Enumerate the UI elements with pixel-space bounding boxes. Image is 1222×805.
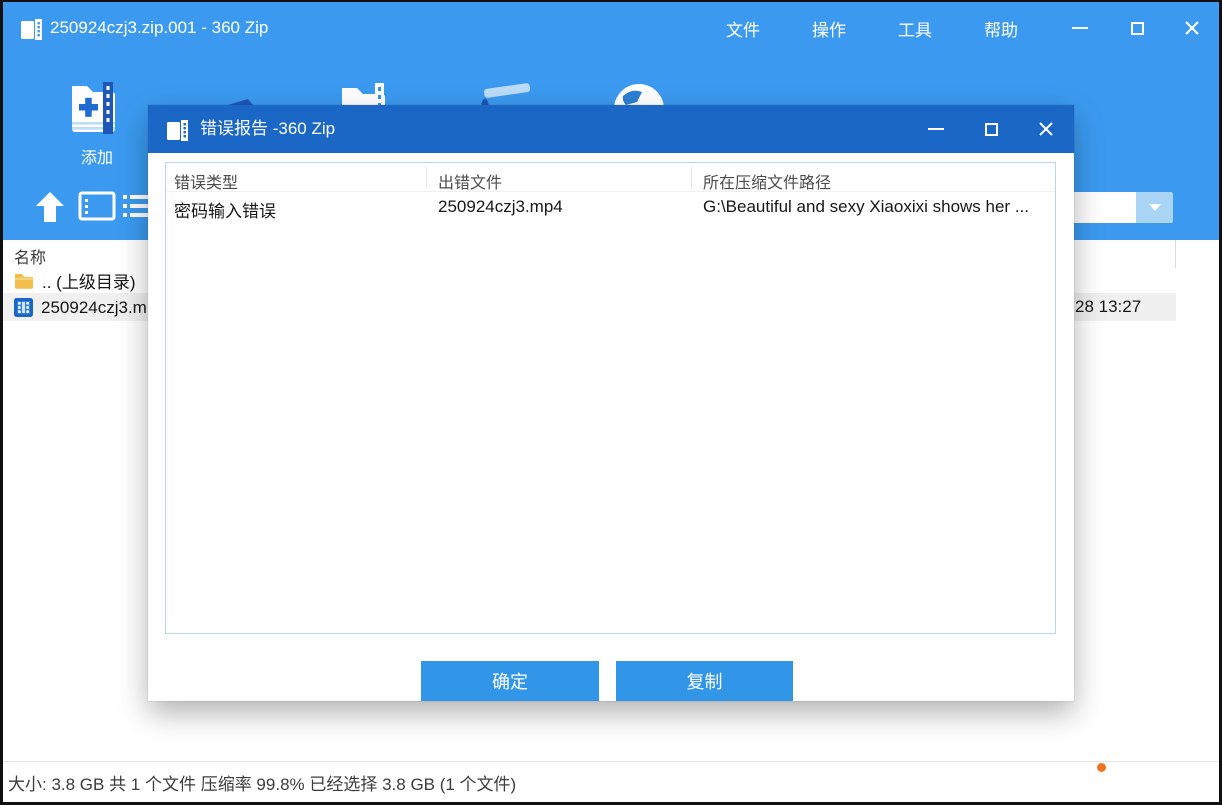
maximize-icon [1131, 22, 1144, 35]
dialog-minimize-button[interactable] [921, 116, 951, 142]
dialog-archive-icon [164, 116, 192, 144]
notification-dot [1097, 763, 1106, 772]
list-item-archive-file[interactable]: 250924czj3.mp4 [3, 294, 166, 321]
list-item-label: .. (上级目录) [42, 268, 136, 293]
header-underline [166, 191, 1055, 192]
toolbar-add-label: 添加 [81, 144, 113, 168]
minimize-button[interactable] [1063, 13, 1097, 43]
menu-tools[interactable]: 工具 [894, 14, 936, 43]
column-separator [1175, 240, 1176, 268]
chevron-down-icon [1149, 204, 1161, 211]
error-column-path[interactable]: 所在压缩文件路径 [703, 169, 831, 193]
header-separator [426, 167, 427, 189]
statusbar-divider [3, 761, 1219, 762]
media-archive-icon [14, 298, 33, 317]
close-icon [1184, 20, 1200, 36]
dialog-close-button[interactable] [1031, 116, 1061, 142]
app-archive-icon [18, 15, 46, 43]
up-arrow-icon [34, 190, 66, 224]
up-directory-button[interactable] [34, 190, 66, 224]
error-row-type[interactable]: 密码输入错误 [174, 197, 276, 222]
toolbar-add-button[interactable]: 添加 [66, 72, 128, 168]
list-view-button[interactable] [122, 192, 150, 222]
copy-button[interactable]: 复制 [616, 661, 793, 701]
monitor-icon [78, 190, 116, 222]
close-icon [1038, 121, 1054, 137]
file-date-modified: 28 13:27 [1075, 293, 1141, 321]
window-title: 250924czj3.zip.001 - 360 Zip [50, 0, 268, 56]
screen: 250924czj3.zip.001 - 360 Zip 文件 操作 工具 帮助… [0, 0, 1222, 805]
error-row-path[interactable]: G:\Beautiful and sexy Xiaoxixi shows her… [703, 197, 1029, 217]
dialog-titlebar[interactable]: 错误报告 -360 Zip [148, 105, 1074, 153]
error-column-type[interactable]: 错误类型 [174, 169, 238, 193]
add-archive-icon [66, 72, 128, 138]
error-list: 错误类型 出错文件 所在压缩文件路径 密码输入错误 250924czj3.mp4… [165, 162, 1056, 634]
menu-operation[interactable]: 操作 [808, 14, 850, 43]
list-icon [122, 192, 150, 222]
header-separator [691, 167, 692, 189]
minimize-icon [1072, 27, 1088, 29]
dialog-maximize-button[interactable] [976, 116, 1006, 142]
ok-button[interactable]: 确定 [421, 661, 599, 701]
error-column-file[interactable]: 出错文件 [438, 169, 502, 193]
folder-icon [14, 272, 34, 289]
menu-file[interactable]: 文件 [722, 14, 764, 43]
maximize-icon [985, 123, 998, 136]
menu-help[interactable]: 帮助 [980, 14, 1022, 43]
error-report-dialog: 错误报告 -360 Zip 错误类型 出错文件 所在压缩文件路径 密码输入错误 … [148, 105, 1074, 701]
statusbar-text: 大小: 3.8 GB 共 1 个文件 压缩率 99.8% 已经选择 3.8 GB… [8, 770, 516, 795]
address-dropdown-button[interactable] [1136, 192, 1173, 223]
menubar: 文件 操作 工具 帮助 [722, 0, 1022, 56]
view-mode-button[interactable] [78, 190, 116, 222]
column-header-name[interactable]: 名称 [14, 244, 46, 268]
list-item-parent-directory[interactable]: .. (上级目录) [3, 267, 136, 294]
minimize-icon [928, 128, 944, 130]
error-row-file[interactable]: 250924czj3.mp4 [438, 197, 563, 217]
close-button[interactable] [1175, 13, 1209, 43]
maximize-button[interactable] [1120, 13, 1154, 43]
dialog-title: 错误报告 -360 Zip [200, 105, 335, 153]
